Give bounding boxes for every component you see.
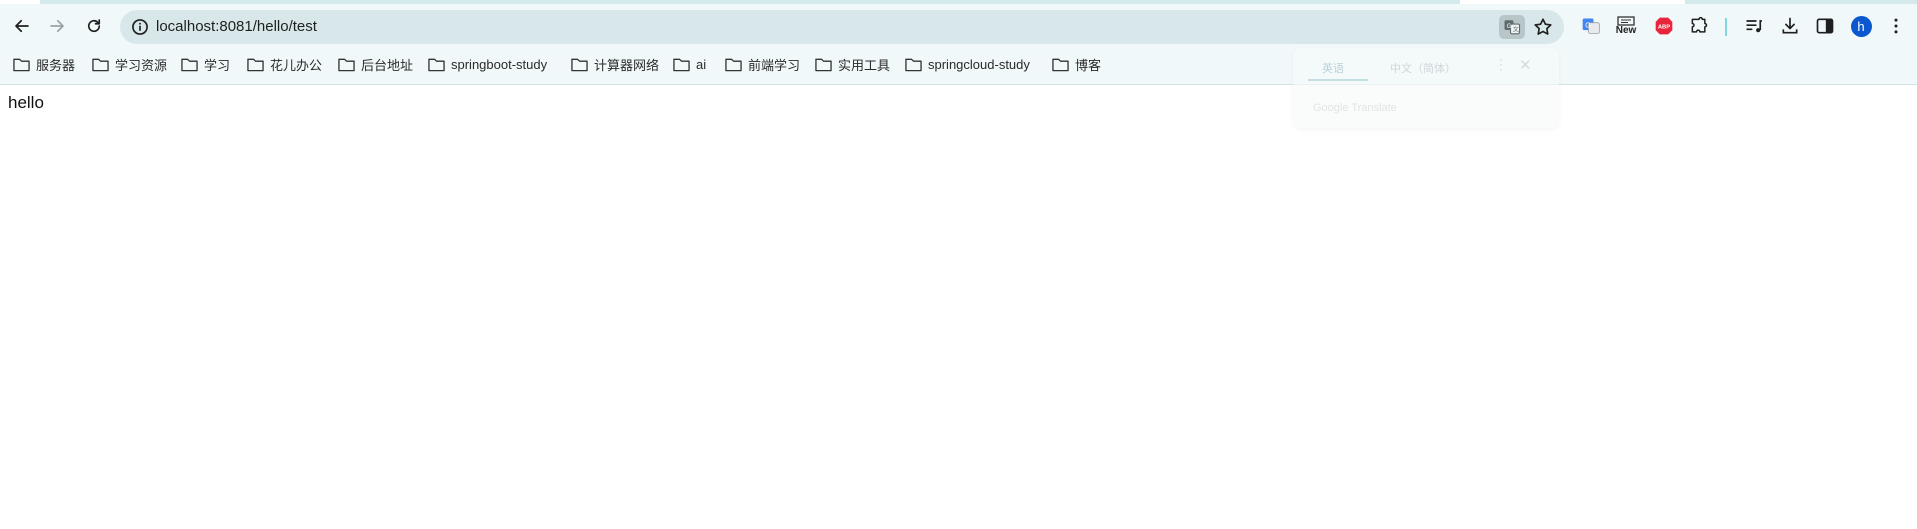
downloads-button[interactable] [1777,13,1803,39]
bookmarks-bar: 服务器 学习资源 学习 花儿办公 后台地址 springboot-study 计… [0,48,1917,80]
side-panel-button[interactable] [1812,13,1838,39]
adblock-plus-icon: ABP [1655,17,1673,35]
bookmark-label: 学习资源 [115,57,168,73]
translate-popup: 英语 中文（简体） ⋮ ✕ Google Translate [1293,48,1559,128]
bookmark-folder[interactable]: 花儿办公 [247,53,322,75]
folder-icon [13,58,30,71]
bookmark-folder[interactable]: ai [673,53,706,75]
svg-text:G: G [1507,24,1512,30]
reload-icon [87,19,101,33]
folder-icon [338,58,355,71]
profile-button[interactable]: h [1848,13,1874,39]
bookmark-label: 前端学习 [748,57,801,73]
bookmark-folder[interactable]: 前端学习 [725,53,800,75]
bookmark-label: 学习 [204,57,231,73]
folder-icon [725,58,742,71]
bookmark-folder[interactable]: 后台地址 [338,53,413,75]
folder-icon [1052,58,1069,71]
adblock-plus-button[interactable]: ABP [1651,13,1677,39]
translate-brand-label: Google Translate [1313,102,1397,114]
kebab-menu-icon [1894,18,1898,34]
translate-page-button[interactable]: G文 [1499,15,1525,39]
arrow-right-icon [50,19,64,33]
target-language-tab[interactable]: 中文（简体） [1390,60,1456,76]
bookmark-label: springboot-study [451,56,548,72]
folder-icon [428,58,445,71]
avatar: h [1850,15,1872,37]
bookmark-label: 博客 [1075,57,1102,73]
url-text[interactable]: localhost:8081/hello/test [156,18,317,35]
avatar-letter: h [1857,18,1865,34]
bookmark-label: 后台地址 [361,57,414,73]
browser-menu-button[interactable] [1883,13,1909,39]
back-button[interactable] [7,11,37,41]
svg-text:文: 文 [1513,26,1519,34]
browser-toolbar: localhost:8081/hello/test G文 G New ABP h [0,4,1917,48]
bookmark-star-icon[interactable] [1532,16,1554,38]
reload-button[interactable] [79,11,109,41]
new-extension-button[interactable]: New [1613,13,1639,39]
translate-icon: G文 [1504,20,1521,35]
bookmark-folder[interactable]: 学习资源 [92,53,167,75]
bookmark-label: 花儿办公 [270,57,323,73]
bookmark-label: springcloud-study [928,56,1030,72]
google-translate-extension-button[interactable]: G [1578,13,1604,39]
side-panel-icon [1816,18,1834,34]
puzzle-icon [1691,16,1708,33]
reading-list-button[interactable] [1741,13,1767,39]
bookmark-folder[interactable]: 学习 [181,53,230,75]
folder-icon [571,58,588,71]
extensions-menu-button[interactable] [1686,13,1712,39]
folder-icon [905,58,922,71]
svg-text:G: G [1585,21,1591,30]
forward-button[interactable] [42,11,72,41]
bookmark-label: 实用工具 [838,57,891,73]
site-info-icon[interactable] [130,17,150,37]
more-options-icon[interactable]: ⋮ [1494,56,1508,73]
folder-icon [815,58,832,71]
source-language-tab[interactable]: 英语 [1322,60,1344,76]
folder-icon [673,58,690,71]
bookmark-label: ai [696,56,707,72]
abp-label: ABP [1658,25,1670,31]
folder-icon [92,58,109,71]
bookmark-folder[interactable]: 实用工具 [815,53,890,75]
toolbar-divider [1725,18,1727,36]
browser-chrome: localhost:8081/hello/test G文 G New ABP h… [0,0,1917,85]
folder-icon [181,58,198,71]
bookmark-folder[interactable]: 博客 [1052,53,1101,75]
download-icon [1782,17,1798,34]
bookmark-label: 计算器网络 [594,57,660,73]
new-badge: New [1615,25,1637,36]
folder-icon [247,58,264,71]
arrow-left-icon [15,19,29,33]
close-icon[interactable]: ✕ [1519,56,1532,74]
active-tab-indicator [1308,79,1368,81]
google-translate-extension-icon: G [1582,18,1600,34]
bookmark-folder[interactable]: springcloud-study [905,53,1030,75]
page-content-text: hello [8,93,44,112]
bookmark-folder[interactable]: springboot-study [428,53,547,75]
address-bar[interactable]: localhost:8081/hello/test G文 [120,10,1564,44]
bookmark-label: 服务器 [36,57,76,73]
bookmark-folder[interactable]: 计算器网络 [571,53,659,75]
bookmark-folder[interactable]: 服务器 [13,53,75,75]
playlist-icon [1746,20,1762,33]
